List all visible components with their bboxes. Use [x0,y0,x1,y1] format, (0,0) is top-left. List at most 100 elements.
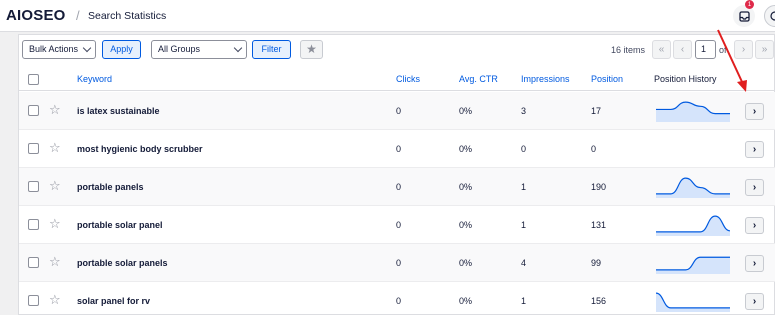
keyword-cell[interactable]: portable panels [77,182,144,192]
row-checkbox[interactable] [28,143,39,154]
sparkline-area [656,102,730,122]
sparkline-area [656,257,730,274]
impressions-cell: 4 [521,258,527,268]
apply-button[interactable]: Apply [102,40,141,59]
row-checkbox[interactable] [28,257,39,268]
row-expand-button[interactable]: › [745,179,764,196]
position-cell: 99 [591,258,602,268]
chevron-down-icon [233,43,243,53]
clicks-cell: 0 [396,220,402,230]
position-history-sparkline [655,292,730,312]
impressions-cell: 3 [521,106,527,116]
row-checkbox[interactable] [28,105,39,116]
table-row[interactable]: ☆ portable panels 0 0% 1 190 › [19,168,775,206]
bulk-actions-label: Bulk Actions [29,44,79,54]
position-cell: 131 [591,220,607,230]
filter-button[interactable]: Filter [252,40,291,59]
ctr-cell: 0% [459,258,473,268]
row-checkbox[interactable] [28,181,39,192]
position-history-sparkline [656,101,730,122]
impressions-cell: 1 [521,220,527,230]
keyword-cell[interactable]: solar panel for rv [77,296,150,306]
page-title: Search Statistics [88,10,167,22]
clicks-cell: 0 [396,144,402,154]
logo-text: AIOSEO [6,7,66,24]
aioseo-logo[interactable]: AIOSEO [6,7,66,24]
row-expand-button[interactable]: › [745,103,764,120]
impressions-cell: 1 [521,296,527,306]
keyword-cell[interactable]: portable solar panels [77,258,168,268]
last-page-button[interactable]: » [755,40,774,59]
star-icon[interactable]: ☆ [49,140,61,156]
position-cell: 190 [591,182,607,192]
row-checkbox[interactable] [28,219,39,230]
prev-page-button[interactable]: ‹ [673,40,692,59]
table-row[interactable]: ☆ most hygienic body scrubber 0 0% 0 0 › [19,130,775,168]
inbox-icon [738,10,750,22]
items-count: 16 items [611,45,646,55]
star-icon[interactable]: ☆ [49,102,61,118]
ctr-cell: 0% [459,296,473,306]
groups-label: All Groups [158,44,201,54]
position-cell: 0 [591,144,597,154]
row-expand-button[interactable]: › [745,255,764,272]
row-checkbox[interactable] [28,295,39,306]
impressions-column-header[interactable]: Impressions [521,74,570,84]
table-row[interactable]: ☆ portable solar panels 0 0% 4 99 › [19,244,775,282]
help-button[interactable] [764,5,775,27]
sparkline-area [656,293,730,312]
position-history-sparkline [655,256,730,274]
star-icon[interactable]: ☆ [49,178,61,194]
row-expand-button[interactable]: › [745,293,764,310]
ctr-cell: 0% [459,106,473,116]
bulk-actions-select[interactable]: Bulk Actions [22,40,96,59]
chevron-down-icon [82,43,92,53]
keyword-cell[interactable]: is latex sustainable [77,106,160,116]
current-page-input[interactable]: 1 [695,40,716,59]
table-toolbar: Bulk Actions Apply All Groups Filter ★ 1… [19,35,775,65]
keyword-cell[interactable]: portable solar panel [77,220,163,230]
groups-select[interactable]: All Groups [151,40,247,59]
table-row[interactable]: ☆ is latex sustainable 0 0% 3 17 › [19,92,775,130]
table-header: Keyword Clicks Avg. CTR Impressions Posi… [19,68,775,91]
position-column-header[interactable]: Position [591,74,623,84]
select-all-checkbox[interactable] [28,74,39,85]
star-icon[interactable]: ☆ [49,254,61,270]
impressions-cell: 1 [521,182,527,192]
keyword-cell[interactable]: most hygienic body scrubber [77,144,203,154]
clicks-cell: 0 [396,258,402,268]
star-icon[interactable]: ☆ [49,216,61,232]
position-history-column-header: Position History [654,74,717,84]
ctr-cell: 0% [459,182,473,192]
notification-badge: 1 [745,0,754,9]
row-expand-button[interactable]: › [745,217,764,234]
position-cell: 17 [591,106,602,116]
favorites-filter-button[interactable]: ★ [300,40,323,59]
row-expand-button[interactable]: › [745,141,764,158]
first-page-button[interactable]: « [652,40,671,59]
breadcrumb-separator: / [76,8,80,23]
table-row[interactable]: ☆ solar panel for rv 0 0% 1 156 › [19,282,775,315]
position-history-sparkline [655,177,730,198]
position-history-sparkline [655,215,731,236]
sparkline-line [655,292,730,309]
help-icon [770,11,775,21]
star-icon[interactable]: ☆ [49,292,61,308]
position-cell: 156 [591,296,607,306]
clicks-column-header[interactable]: Clicks [396,74,420,84]
table-row[interactable]: ☆ portable solar panel 0 0% 1 131 › [19,206,775,244]
ctr-cell: 0% [459,220,473,230]
page-of-label: of [719,45,727,55]
clicks-cell: 0 [396,106,402,116]
search-statistics-card: Bulk Actions Apply All Groups Filter ★ 1… [18,34,775,315]
sparkline-area [656,178,730,198]
next-page-button[interactable]: › [734,40,753,59]
clicks-cell: 0 [396,182,402,192]
sparkline-area [656,216,730,236]
top-bar: AIOSEO / Search Statistics 1 [0,0,775,32]
ctr-column-header[interactable]: Avg. CTR [459,74,498,84]
ctr-cell: 0% [459,144,473,154]
keyword-column-header[interactable]: Keyword [77,74,112,84]
clicks-cell: 0 [396,296,402,306]
impressions-cell: 0 [521,144,527,154]
